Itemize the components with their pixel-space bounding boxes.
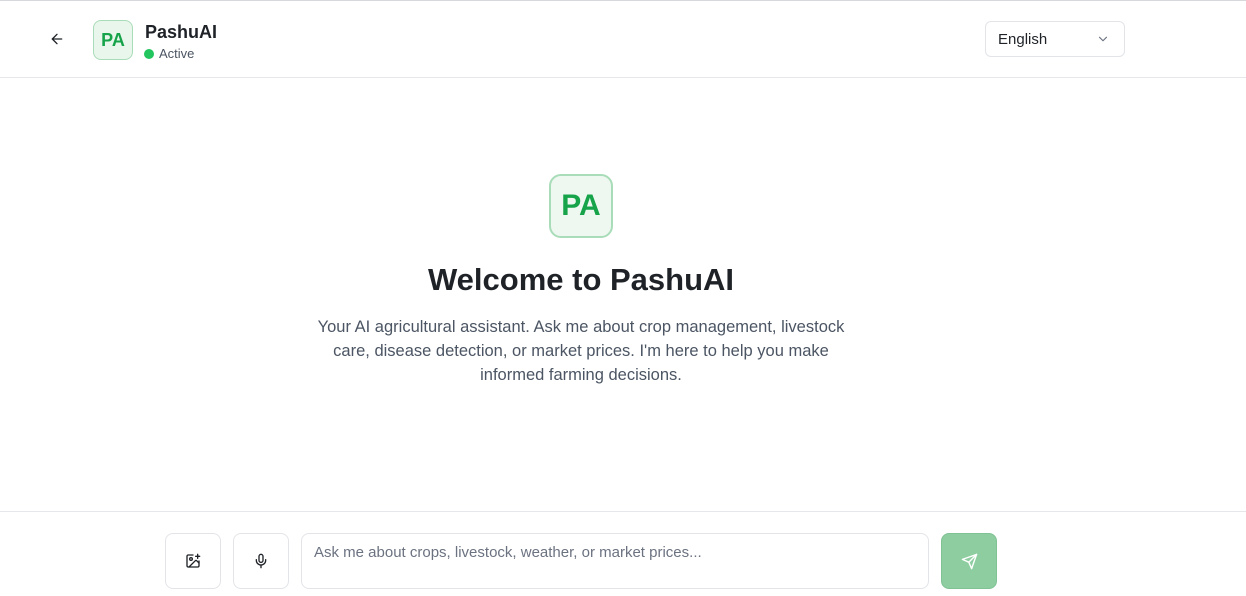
image-upload-button[interactable] — [165, 533, 221, 589]
welcome-description: Your AI agricultural assistant. Ask me a… — [317, 318, 845, 384]
back-button[interactable] — [44, 26, 70, 52]
bot-name: PashuAI — [145, 22, 218, 42]
chevron-down-icon — [1098, 36, 1108, 42]
welcome-avatar: PA — [549, 174, 613, 238]
image-plus-icon — [186, 553, 201, 568]
voice-input-button[interactable] — [233, 533, 289, 589]
send-icon — [961, 553, 977, 569]
language-selected-value: English — [998, 30, 1048, 48]
status-indicator: Active — [144, 46, 194, 61]
message-input[interactable] — [301, 533, 929, 589]
chat-header: PA PashuAI Active English — [0, 1, 1246, 78]
microphone-icon — [255, 553, 267, 569]
language-select[interactable]: English — [985, 21, 1125, 57]
bot-avatar: PA — [93, 20, 133, 60]
send-button[interactable] — [941, 533, 997, 589]
status-label: Active — [159, 46, 195, 61]
message-composer — [0, 511, 1246, 596]
status-dot-icon — [144, 48, 154, 59]
welcome-title: Welcome to PashuAI — [427, 262, 735, 297]
arrow-left-icon — [51, 33, 63, 45]
